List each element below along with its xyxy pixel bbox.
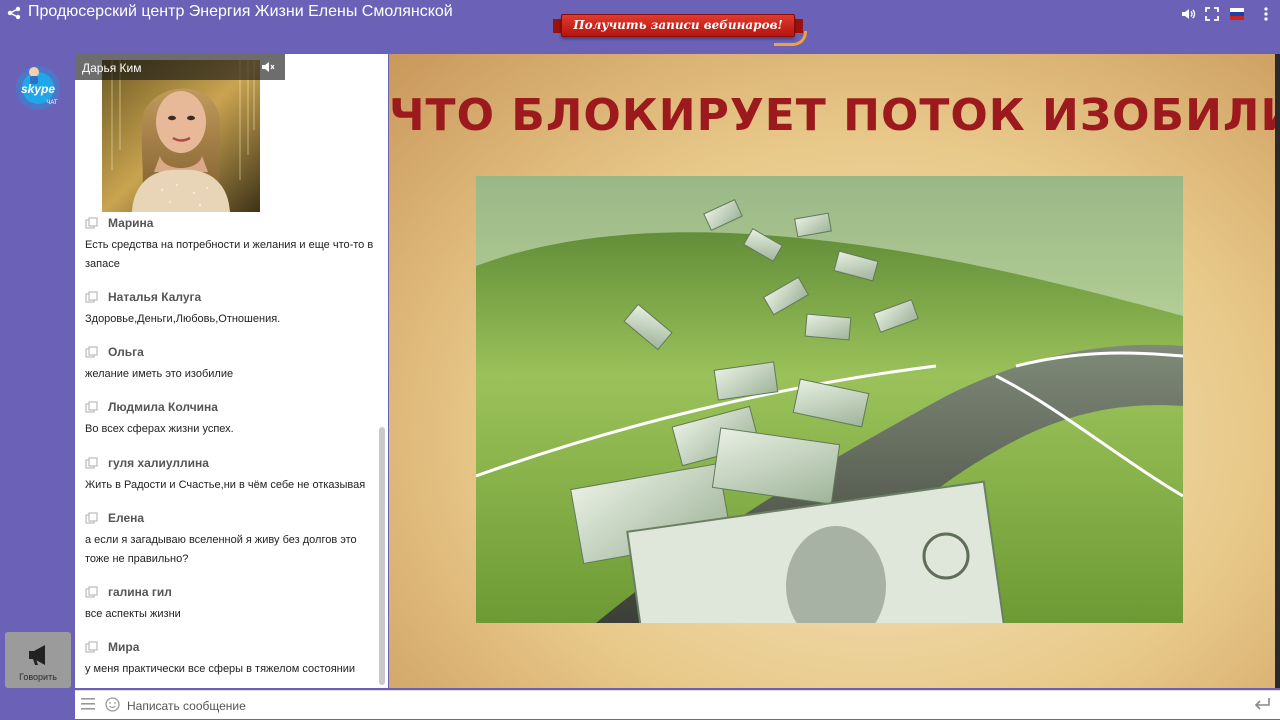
vertical-dots-icon[interactable] xyxy=(1258,6,1274,22)
speaker-icon[interactable] xyxy=(261,60,275,74)
skype-chat-logo[interactable]: skype ЧАТ xyxy=(10,62,66,112)
menu-icon[interactable] xyxy=(81,698,95,710)
promo-swoosh xyxy=(774,31,807,46)
chat-panel: Дарья Ким Марина Есть средства на потреб… xyxy=(75,54,388,688)
user-icon xyxy=(85,457,98,469)
message-text: у меня практически все сферы в тяжелом с… xyxy=(85,663,356,675)
smile-icon[interactable] xyxy=(105,697,120,712)
message-text: Есть средства на потребности и желания и… xyxy=(85,239,374,270)
message-text: Жить в Радости и Счастье,ни в чём себе н… xyxy=(85,479,366,491)
speak-button-label: Говорить xyxy=(19,672,57,682)
author-name: Ольга xyxy=(108,345,144,359)
user-icon xyxy=(85,401,98,413)
message-text: а если я загадываю вселенной я живу без … xyxy=(85,534,357,565)
user-icon xyxy=(85,217,98,229)
skype-logo-text: skype xyxy=(21,82,55,96)
volume-icon[interactable] xyxy=(1180,6,1196,22)
user-icon xyxy=(85,346,98,358)
presenter-name: Дарья Ким xyxy=(82,61,142,75)
russian-flag-icon[interactable] xyxy=(1229,6,1245,22)
promo-ribbon: Получить записи вебинаров! xyxy=(561,14,795,37)
message-input[interactable] xyxy=(125,694,1249,718)
megaphone-icon xyxy=(29,645,45,665)
right-edge-strip xyxy=(1275,54,1280,688)
share-icon[interactable] xyxy=(7,6,21,20)
presentation-slide: ЧТО БЛОКИРУЕТ ПОТОК ИЗОБИЛИЯ xyxy=(389,54,1275,688)
author-name: гуля халиуллина xyxy=(108,456,209,470)
promo-label: Получить записи вебинаров! xyxy=(573,18,783,32)
user-icon xyxy=(85,512,98,524)
skype-chat-label: ЧАТ xyxy=(46,100,58,106)
message-text: Здоровье,Деньги,Любовь,Отношения. xyxy=(85,313,281,325)
presenter-video: Дарья Ким xyxy=(75,54,285,212)
slide-image-money-road xyxy=(476,176,1183,623)
presenter-photo xyxy=(102,60,260,212)
speak-button[interactable]: Говорить xyxy=(5,632,71,688)
message-text: желание иметь это изобилие xyxy=(85,368,234,380)
message-text: Во всех сферах жизни успех. xyxy=(85,423,234,435)
author-name: Мира xyxy=(108,640,140,654)
video-header: Дарья Ким xyxy=(75,54,285,80)
author-name: Елена xyxy=(108,511,145,525)
author-name: Людмила Колчина xyxy=(108,400,218,414)
author-name: Наталья Калуга xyxy=(108,290,202,304)
slide-title: ЧТО БЛОКИРУЕТ ПОТОК ИЗОБИЛИЯ xyxy=(389,90,1275,141)
get-recordings-button[interactable]: Получить записи вебинаров! xyxy=(553,9,807,46)
fullscreen-icon[interactable] xyxy=(1204,6,1220,22)
message-text: все аспекты жизни xyxy=(85,608,181,620)
message-input-bar xyxy=(75,690,1280,719)
author-name: Марина xyxy=(108,216,154,230)
skype-icon: skype ЧАТ xyxy=(16,66,60,110)
money-road-illustration xyxy=(476,176,1183,623)
author-name: галина гил xyxy=(108,585,172,599)
user-icon xyxy=(85,586,98,598)
user-icon xyxy=(85,291,98,303)
top-bar: Продюсерский центр Энергия Жизни Елены С… xyxy=(0,0,1280,46)
user-icon xyxy=(85,641,98,653)
app-title: Продюсерский центр Энергия Жизни Елены С… xyxy=(28,3,453,20)
enter-icon[interactable] xyxy=(1253,697,1271,711)
chat-scrollbar-thumb[interactable] xyxy=(379,427,385,685)
